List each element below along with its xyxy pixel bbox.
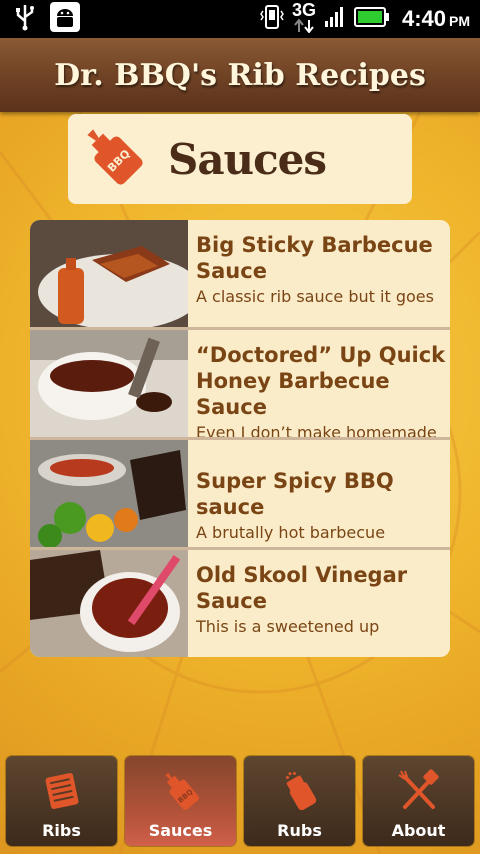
bbq-bottle-icon: BBQ <box>78 120 152 198</box>
signal-icon <box>324 6 346 32</box>
tab-about[interactable]: About <box>363 756 474 846</box>
recipe-description: This is a sweetened up <box>196 617 380 636</box>
network-label: 3G <box>291 0 316 20</box>
grill-tools-icon <box>397 769 441 817</box>
recipe-thumbnail <box>30 330 188 437</box>
section-header: BBQ Sauces <box>68 114 412 204</box>
recipe-item[interactable]: Big Sticky Barbecue Sauce A classic rib … <box>30 220 450 327</box>
app-title-bar: Dr. BBQ's Rib Recipes <box>0 38 480 112</box>
recipe-title: Old Skool Vinegar Sauce <box>196 563 408 613</box>
battery-icon <box>353 6 390 32</box>
recipe-title: Big Sticky Barbecue Sauce <box>196 233 433 283</box>
recipe-description: A brutally hot barbecue <box>196 523 386 542</box>
section-title: Sauces <box>168 134 327 184</box>
tab-sauces[interactable]: BBQ Sauces <box>125 756 236 846</box>
recipe-title: “Doctored” Up Quick Honey Barbecue Sauce <box>196 343 446 419</box>
recipe-description: A classic rib sauce but it goes <box>196 287 434 306</box>
clock-ampm: PM <box>449 13 470 29</box>
rub-shaker-icon <box>280 769 320 817</box>
tab-label: About <box>391 821 446 840</box>
tab-rubs[interactable]: Rubs <box>244 756 355 846</box>
usb-icon <box>14 3 36 35</box>
recipe-item[interactable]: “Doctored” Up Quick Honey Barbecue Sauce… <box>30 330 450 442</box>
android-debug-icon <box>50 2 80 36</box>
recipe-thumbnail <box>30 440 188 547</box>
network-type-indicator: 3G <box>291 0 316 37</box>
tab-label: Ribs <box>42 821 81 840</box>
recipe-item[interactable]: Old Skool Vinegar Sauce This is a sweete… <box>30 550 450 657</box>
recipe-item[interactable]: Super Spicy BBQ sauce A brutally hot bar… <box>30 440 450 547</box>
clock-time: 4:40 <box>401 6 446 31</box>
recipe-thumbnail <box>30 550 188 657</box>
recipe-list: Big Sticky Barbecue Sauce A classic rib … <box>30 220 450 657</box>
ribs-icon <box>42 769 82 817</box>
data-arrows-icon <box>294 17 314 37</box>
tab-ribs[interactable]: Ribs <box>6 756 117 846</box>
bottom-tab-bar: Ribs BBQ Sauces Rubs About <box>0 754 480 854</box>
recipe-title: Super Spicy BBQ sauce <box>196 469 394 519</box>
tab-label: Rubs <box>277 821 322 840</box>
status-bar: 3G 4:40 PM <box>0 0 480 38</box>
vibrate-icon <box>260 3 284 35</box>
recipe-thumbnail <box>30 220 188 327</box>
app-title: Dr. BBQ's Rib Recipes <box>54 57 426 93</box>
tab-label: Sauces <box>148 821 213 840</box>
sauce-bottle-icon: BBQ <box>161 769 201 817</box>
